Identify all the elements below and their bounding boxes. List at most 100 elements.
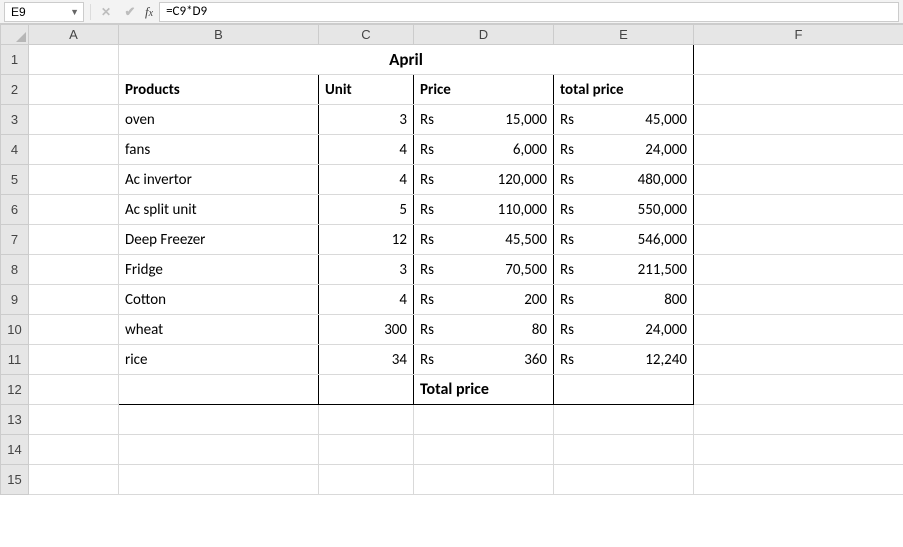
cell[interactable] <box>414 405 554 435</box>
column-header[interactable]: E <box>554 25 694 45</box>
row-header[interactable]: 4 <box>1 135 29 165</box>
cell[interactable] <box>694 225 903 255</box>
cell[interactable] <box>694 315 903 345</box>
products-header[interactable]: Products <box>119 75 319 105</box>
row-header[interactable]: 9 <box>1 285 29 315</box>
cell[interactable] <box>694 465 903 495</box>
row-header[interactable]: 10 <box>1 315 29 345</box>
total-cell[interactable]: Rs24,000 <box>554 315 694 345</box>
cell[interactable] <box>29 375 119 405</box>
unit-header[interactable]: Unit <box>319 75 414 105</box>
cell[interactable] <box>554 435 694 465</box>
cell[interactable] <box>319 465 414 495</box>
cell[interactable] <box>694 195 903 225</box>
product-cell[interactable]: Cotton <box>119 285 319 315</box>
cell[interactable] <box>694 345 903 375</box>
price-cell[interactable]: Rs45,500 <box>414 225 554 255</box>
formula-input[interactable]: =C9*D9 <box>159 2 899 22</box>
price-cell[interactable]: Rs80 <box>414 315 554 345</box>
cell[interactable] <box>694 75 903 105</box>
cell[interactable] <box>694 285 903 315</box>
cell[interactable] <box>29 75 119 105</box>
price-cell[interactable]: Rs200 <box>414 285 554 315</box>
check-icon[interactable]: ✔ <box>121 3 139 21</box>
row-header[interactable]: 6 <box>1 195 29 225</box>
unit-cell[interactable]: 4 <box>319 165 414 195</box>
cell[interactable] <box>119 465 319 495</box>
fx-icon[interactable]: fx <box>145 4 153 20</box>
cell[interactable] <box>29 255 119 285</box>
cell[interactable] <box>29 315 119 345</box>
total-header[interactable]: total price <box>554 75 694 105</box>
total-cell[interactable]: Rs546,000 <box>554 225 694 255</box>
title-cell[interactable]: April <box>119 45 694 75</box>
price-cell[interactable]: Rs120,000 <box>414 165 554 195</box>
unit-cell[interactable]: 5 <box>319 195 414 225</box>
column-header[interactable]: C <box>319 25 414 45</box>
cell[interactable] <box>29 225 119 255</box>
cell[interactable] <box>29 135 119 165</box>
unit-cell[interactable]: 4 <box>319 285 414 315</box>
cell[interactable] <box>554 375 694 405</box>
row-header[interactable]: 5 <box>1 165 29 195</box>
cell[interactable] <box>29 345 119 375</box>
cell[interactable] <box>29 465 119 495</box>
product-cell[interactable]: rice <box>119 345 319 375</box>
column-header[interactable]: B <box>119 25 319 45</box>
total-cell[interactable]: Rs211,500 <box>554 255 694 285</box>
cell[interactable] <box>694 405 903 435</box>
cell[interactable] <box>414 435 554 465</box>
price-cell[interactable]: Rs70,500 <box>414 255 554 285</box>
unit-cell[interactable]: 4 <box>319 135 414 165</box>
row-header[interactable]: 1 <box>1 45 29 75</box>
footer-total-label[interactable]: Total price <box>414 375 554 405</box>
total-cell[interactable]: Rs24,000 <box>554 135 694 165</box>
product-cell[interactable]: Ac invertor <box>119 165 319 195</box>
row-header[interactable]: 15 <box>1 465 29 495</box>
cell[interactable] <box>29 45 119 75</box>
total-cell[interactable]: Rs800 <box>554 285 694 315</box>
cancel-icon[interactable]: ✕ <box>97 3 115 21</box>
spreadsheet-grid[interactable]: A B C D E F 1 April 2 Products Unit Pric… <box>0 24 903 495</box>
chevron-down-icon[interactable]: ▼ <box>70 7 79 17</box>
cell[interactable] <box>29 435 119 465</box>
cell[interactable] <box>694 255 903 285</box>
column-header[interactable]: A <box>29 25 119 45</box>
column-header[interactable]: D <box>414 25 554 45</box>
cell[interactable] <box>554 465 694 495</box>
select-all-corner[interactable] <box>1 25 29 45</box>
cell[interactable] <box>694 105 903 135</box>
cell[interactable] <box>29 165 119 195</box>
cell[interactable] <box>694 375 903 405</box>
product-cell[interactable]: Deep Freezer <box>119 225 319 255</box>
product-cell[interactable]: oven <box>119 105 319 135</box>
cell[interactable] <box>319 375 414 405</box>
total-cell[interactable]: Rs480,000 <box>554 165 694 195</box>
unit-cell[interactable]: 3 <box>319 255 414 285</box>
price-cell[interactable]: Rs6,000 <box>414 135 554 165</box>
cell[interactable] <box>319 405 414 435</box>
cell[interactable] <box>694 45 903 75</box>
row-header[interactable]: 8 <box>1 255 29 285</box>
product-cell[interactable]: Fridge <box>119 255 319 285</box>
price-cell[interactable]: Rs15,000 <box>414 105 554 135</box>
total-cell[interactable]: Rs550,000 <box>554 195 694 225</box>
product-cell[interactable]: wheat <box>119 315 319 345</box>
cell[interactable] <box>694 135 903 165</box>
price-header[interactable]: Price <box>414 75 554 105</box>
row-header[interactable]: 2 <box>1 75 29 105</box>
cell[interactable] <box>119 435 319 465</box>
product-cell[interactable]: Ac split unit <box>119 195 319 225</box>
cell[interactable] <box>29 285 119 315</box>
cell[interactable] <box>319 435 414 465</box>
cell[interactable] <box>29 405 119 435</box>
row-header[interactable]: 7 <box>1 225 29 255</box>
row-header[interactable]: 11 <box>1 345 29 375</box>
unit-cell[interactable]: 34 <box>319 345 414 375</box>
row-header[interactable]: 12 <box>1 375 29 405</box>
name-box[interactable]: E9 ▼ <box>4 2 84 22</box>
total-cell[interactable]: Rs12,240 <box>554 345 694 375</box>
cell[interactable] <box>119 375 319 405</box>
cell[interactable] <box>694 165 903 195</box>
row-header[interactable]: 14 <box>1 435 29 465</box>
